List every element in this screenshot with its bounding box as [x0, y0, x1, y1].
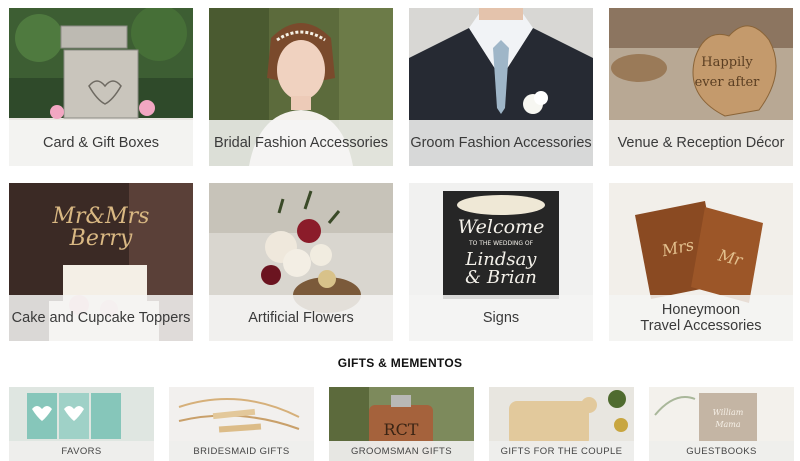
- gift-label: GUESTBOOKS: [649, 441, 794, 461]
- svg-text:Happily: Happily: [701, 55, 753, 70]
- svg-text:William: William: [713, 408, 744, 417]
- gift-label: GROOMSMAN GIFTS: [329, 441, 474, 461]
- category-tile-signs[interactable]: Welcome TO THE WEDDING OF Lindsay & Bria…: [409, 183, 593, 341]
- svg-text:ever after: ever after: [695, 75, 761, 90]
- svg-text:RCT: RCT: [384, 420, 419, 439]
- category-label: Honeymoon Travel Accessories: [609, 295, 793, 341]
- category-tile-artificial-flowers[interactable]: Artificial Flowers: [209, 183, 393, 341]
- svg-text:& Brian: & Brian: [465, 267, 537, 288]
- category-label: Artificial Flowers: [209, 295, 393, 341]
- gift-tile-guestbooks[interactable]: William Mama GUESTBOOKS: [649, 387, 794, 461]
- svg-text:Mama: Mama: [714, 420, 741, 429]
- category-tile-honeymoon-travel[interactable]: Mrs Mr Honeymoon Travel Accessories: [609, 183, 793, 341]
- gift-tile-bridesmaid[interactable]: BRIDESMAID GIFTS: [169, 387, 314, 461]
- gift-tile-couple[interactable]: GIFTS FOR THE COUPLE: [489, 387, 634, 461]
- category-label: Cake and Cupcake Toppers: [9, 295, 193, 341]
- category-tile-groom-fashion[interactable]: Groom Fashion Accessories: [409, 8, 593, 166]
- svg-text:TO THE WEDDING OF: TO THE WEDDING OF: [468, 240, 534, 247]
- category-tile-bridal-fashion[interactable]: Bridal Fashion Accessories: [209, 8, 393, 166]
- category-label: Groom Fashion Accessories: [409, 120, 593, 166]
- gift-tile-favors[interactable]: FAVORS: [9, 387, 154, 461]
- gift-label: BRIDESMAID GIFTS: [169, 441, 314, 461]
- svg-text:Berry: Berry: [69, 226, 133, 251]
- category-label: Bridal Fashion Accessories: [209, 120, 393, 166]
- category-tile-cake-toppers[interactable]: Mr&Mrs Berry Cake and Cupcake Toppers: [9, 183, 193, 341]
- svg-text:Welcome: Welcome: [458, 216, 545, 238]
- category-label: Signs: [409, 295, 593, 341]
- category-label: Card & Gift Boxes: [9, 120, 193, 166]
- category-tile-venue-decor[interactable]: Happily ever after Venue & Reception Déc…: [609, 8, 793, 166]
- category-label: Venue & Reception Décor: [609, 120, 793, 166]
- gift-tile-groomsman[interactable]: RCT GROOMSMAN GIFTS: [329, 387, 474, 461]
- gift-label: GIFTS FOR THE COUPLE: [489, 441, 634, 461]
- gift-label: FAVORS: [9, 441, 154, 461]
- category-tile-card-gift-boxes[interactable]: Card & Gift Boxes: [9, 8, 193, 166]
- gifts-section-title: GIFTS & MEMENTOS: [337, 356, 463, 370]
